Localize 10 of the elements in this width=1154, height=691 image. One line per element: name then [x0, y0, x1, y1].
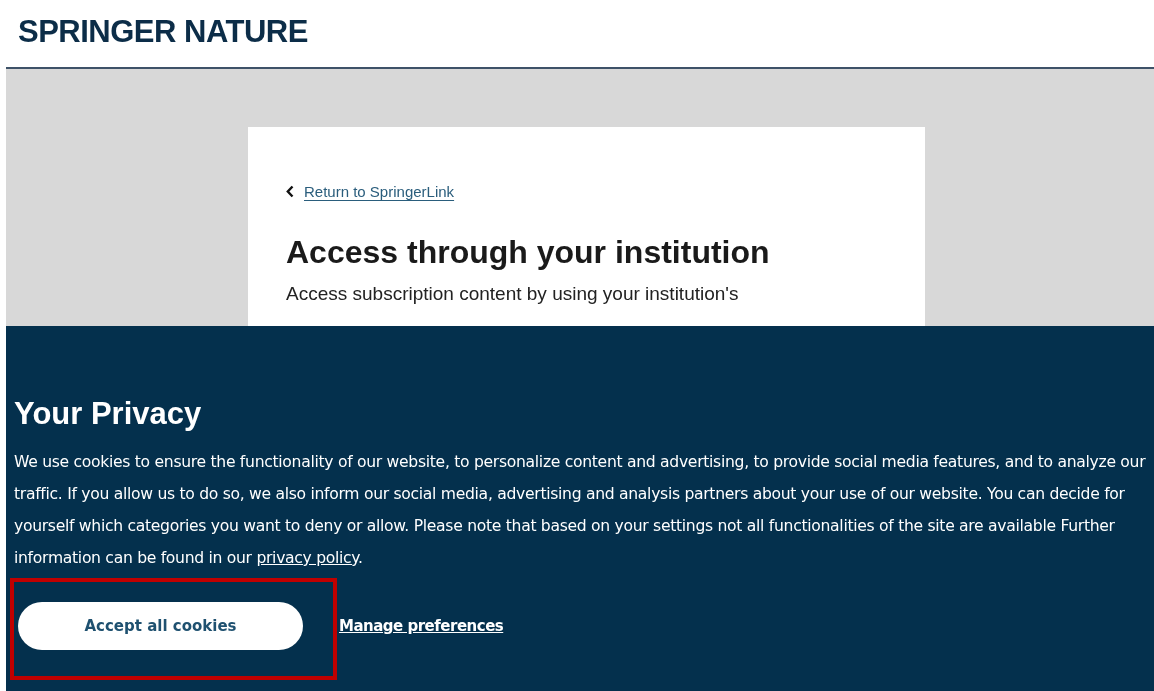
- privacy-policy-link[interactable]: privacy policy: [256, 549, 359, 567]
- manage-preferences-link[interactable]: Manage preferences: [339, 617, 504, 635]
- back-link[interactable]: Return to SpringerLink: [304, 183, 455, 200]
- accept-button[interactable]: Accept all cookies: [18, 602, 303, 650]
- privacy-heading: Your Privacy: [14, 396, 202, 432]
- privacy-text: We use cookies to ensure the functionality of our website, to personalize content and advertising, to provide social media features, and to analyze our traffic. If you allow us to do so, we also inform our social media, advertising and analysis partners about your use of our website. You can decide for yourself which categories you want to deny or allow. Please note that based on your settings not all functionalities of the site are available Further information can be found in our privacy policy.: [14, 452, 1147, 569]
- chevron-left-icon: [286, 185, 294, 198]
- intro-text: Access subscription content by using your institution's: [286, 283, 739, 305]
- page-heading: Access through your institution: [286, 234, 771, 271]
- logo[interactable]: SPRINGER NATURE: [18, 14, 308, 50]
